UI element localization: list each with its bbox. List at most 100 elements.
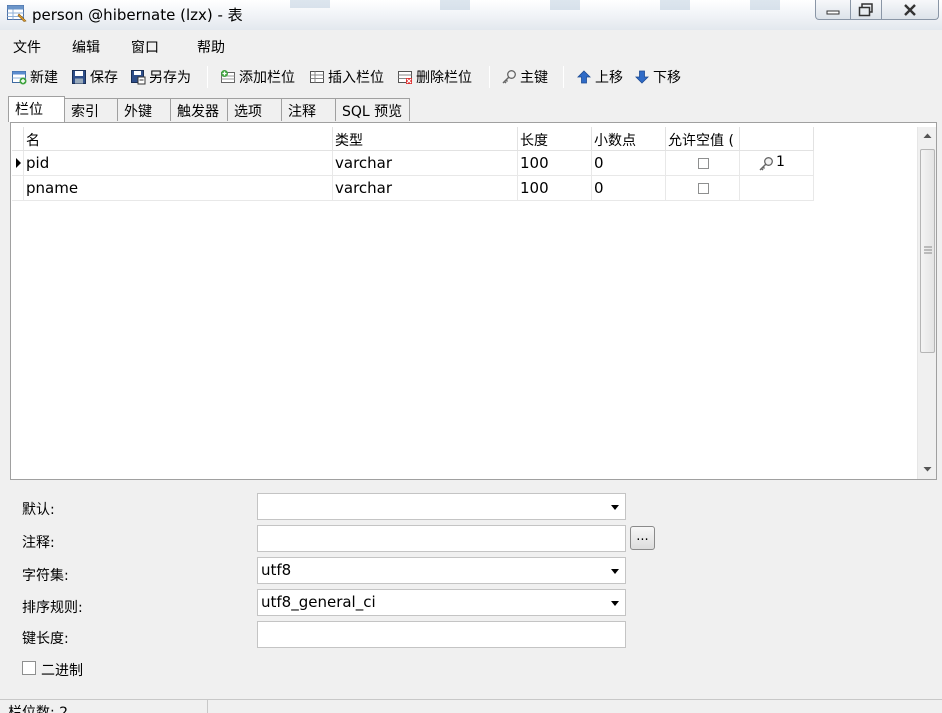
minimize-button[interactable]: [815, 0, 851, 20]
toolbar-separator: [489, 66, 490, 88]
column-header-type[interactable]: 类型: [333, 127, 518, 151]
binary-checkbox[interactable]: [22, 661, 36, 675]
new-table-icon: [12, 71, 27, 85]
move-down-label: 下移: [653, 70, 681, 86]
row-selector[interactable]: [12, 176, 24, 201]
save-label: 保存: [90, 70, 118, 86]
fields-grid: 名 类型 长度 小数点 允许空值 ( pid varchar 100 0 1 p…: [10, 122, 937, 480]
charset-value: utf8: [261, 561, 292, 579]
cell-field-not-null[interactable]: [666, 176, 740, 201]
collation-label: 排序规则:: [22, 600, 83, 616]
scroll-up-arrow-icon[interactable]: [923, 132, 932, 140]
primary-key-label: 主键: [520, 70, 548, 86]
save-icon: [72, 70, 86, 84]
row-header-corner: [12, 127, 24, 151]
key-length-label: 键长度:: [22, 631, 69, 647]
minimize-icon: [826, 10, 840, 14]
collation-value: utf8_general_ci: [261, 593, 376, 611]
menu-bar: 文件 编辑 窗口 帮助: [0, 30, 942, 60]
cell-field-length[interactable]: 100: [518, 151, 592, 176]
vertical-scrollbar[interactable]: [917, 127, 936, 479]
chevron-down-icon: [611, 505, 619, 510]
delete-field-label: 删除栏位: [416, 70, 472, 86]
key-icon: [502, 70, 516, 84]
chevron-down-icon: [611, 601, 619, 606]
tab-triggers[interactable]: 触发器: [170, 98, 228, 121]
cell-field-not-null[interactable]: [666, 151, 740, 176]
cell-field-name[interactable]: pname: [24, 176, 333, 201]
tab-options[interactable]: 选项: [227, 98, 282, 121]
maximize-icon: [858, 2, 873, 16]
toolbar: 新建 保存 另存为 添加栏位 插入栏位 删除栏位 主键 上移 下移: [0, 62, 942, 92]
move-down-button[interactable]: 下移: [634, 65, 681, 89]
comment-edit-button[interactable]: ...: [630, 526, 655, 550]
move-up-label: 上移: [595, 70, 623, 86]
primary-key-icon: [759, 157, 773, 171]
column-header-key[interactable]: [740, 127, 814, 151]
background-window-blur: [290, 0, 780, 10]
field-count-status: 栏位数: 2: [8, 705, 69, 713]
tab-fields[interactable]: 栏位: [8, 96, 65, 122]
cell-field-decimals[interactable]: 0: [592, 151, 666, 176]
tab-indexes[interactable]: 索引: [64, 98, 118, 121]
cell-field-name[interactable]: pid: [24, 151, 333, 176]
cell-field-type[interactable]: varchar: [333, 151, 518, 176]
charset-dropdown[interactable]: utf8: [257, 557, 626, 584]
chevron-down-icon: [611, 569, 619, 574]
default-label: 默认:: [22, 502, 55, 518]
key-length-input[interactable]: [257, 621, 626, 648]
not-null-checkbox[interactable]: [698, 158, 709, 169]
move-up-button[interactable]: 上移: [576, 65, 623, 89]
binary-label: 二进制: [41, 663, 83, 679]
menu-help[interactable]: 帮助: [197, 37, 225, 57]
comment-label: 注释:: [22, 535, 55, 551]
default-dropdown[interactable]: [257, 493, 626, 520]
new-label: 新建: [30, 70, 58, 86]
row-selector[interactable]: [12, 151, 24, 176]
tab-sql-preview[interactable]: SQL 预览: [335, 98, 410, 121]
column-header-name[interactable]: 名: [24, 127, 333, 151]
delete-field-icon: [398, 71, 412, 84]
primary-key-button[interactable]: 主键: [501, 65, 548, 89]
table-design-icon: [7, 5, 27, 22]
toolbar-separator: [563, 66, 564, 88]
add-field-button[interactable]: 添加栏位: [220, 65, 295, 89]
save-button[interactable]: 保存: [71, 65, 118, 89]
status-bar: 栏位数: 2: [0, 699, 942, 713]
insert-field-button[interactable]: 插入栏位: [309, 65, 384, 89]
save-as-icon: [131, 70, 146, 85]
column-header-length[interactable]: 长度: [518, 127, 592, 151]
not-null-checkbox[interactable]: [698, 183, 709, 194]
menu-file[interactable]: 文件: [13, 37, 41, 57]
collation-dropdown[interactable]: utf8_general_ci: [257, 589, 626, 616]
new-button[interactable]: 新建: [11, 65, 58, 89]
add-field-label: 添加栏位: [239, 70, 295, 86]
charset-label: 字符集:: [22, 568, 69, 584]
insert-field-icon: [310, 71, 324, 83]
close-button[interactable]: [881, 0, 939, 20]
save-as-button[interactable]: 另存为: [130, 65, 191, 89]
cell-field-key[interactable]: 1: [740, 151, 814, 176]
column-header-decimals[interactable]: 小数点: [592, 127, 666, 151]
cell-field-key[interactable]: [740, 176, 814, 201]
cell-field-decimals[interactable]: 0: [592, 176, 666, 201]
grip-icon: [924, 246, 932, 254]
title-bar: person @hibernate (lzx) - 表: [0, 0, 942, 30]
key-order-label: 1: [776, 154, 785, 170]
scrollbar-thumb[interactable]: [920, 149, 935, 353]
window-title: person @hibernate (lzx) - 表: [32, 6, 243, 24]
maximize-button[interactable]: [850, 0, 882, 20]
scroll-down-arrow-icon[interactable]: [923, 465, 932, 473]
menu-window[interactable]: 窗口: [131, 37, 159, 57]
save-as-label: 另存为: [149, 70, 191, 86]
column-header-not-null[interactable]: 允许空值 (: [666, 127, 740, 151]
cell-field-type[interactable]: varchar: [333, 176, 518, 201]
menu-edit[interactable]: 编辑: [72, 37, 100, 57]
tab-comment[interactable]: 注释: [281, 98, 336, 121]
tab-foreign-keys[interactable]: 外键: [117, 98, 171, 121]
delete-field-button[interactable]: 删除栏位: [397, 65, 472, 89]
arrow-down-icon: [635, 70, 649, 84]
cell-field-length[interactable]: 100: [518, 176, 592, 201]
comment-input[interactable]: [257, 525, 626, 552]
insert-field-label: 插入栏位: [328, 70, 384, 86]
